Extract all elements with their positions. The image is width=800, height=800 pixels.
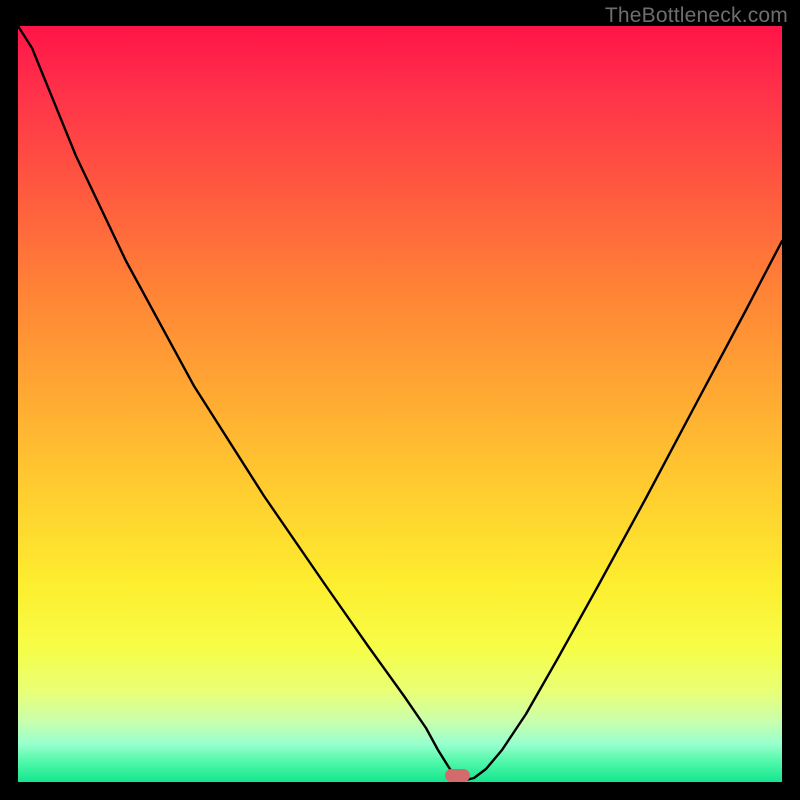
optimal-point-marker bbox=[445, 769, 469, 782]
chart-frame: TheBottleneck.com bbox=[0, 0, 800, 800]
watermark-text: TheBottleneck.com bbox=[605, 4, 788, 28]
bottleneck-curve-line bbox=[18, 26, 782, 782]
curve-path bbox=[18, 26, 782, 780]
plot-area bbox=[18, 26, 782, 782]
